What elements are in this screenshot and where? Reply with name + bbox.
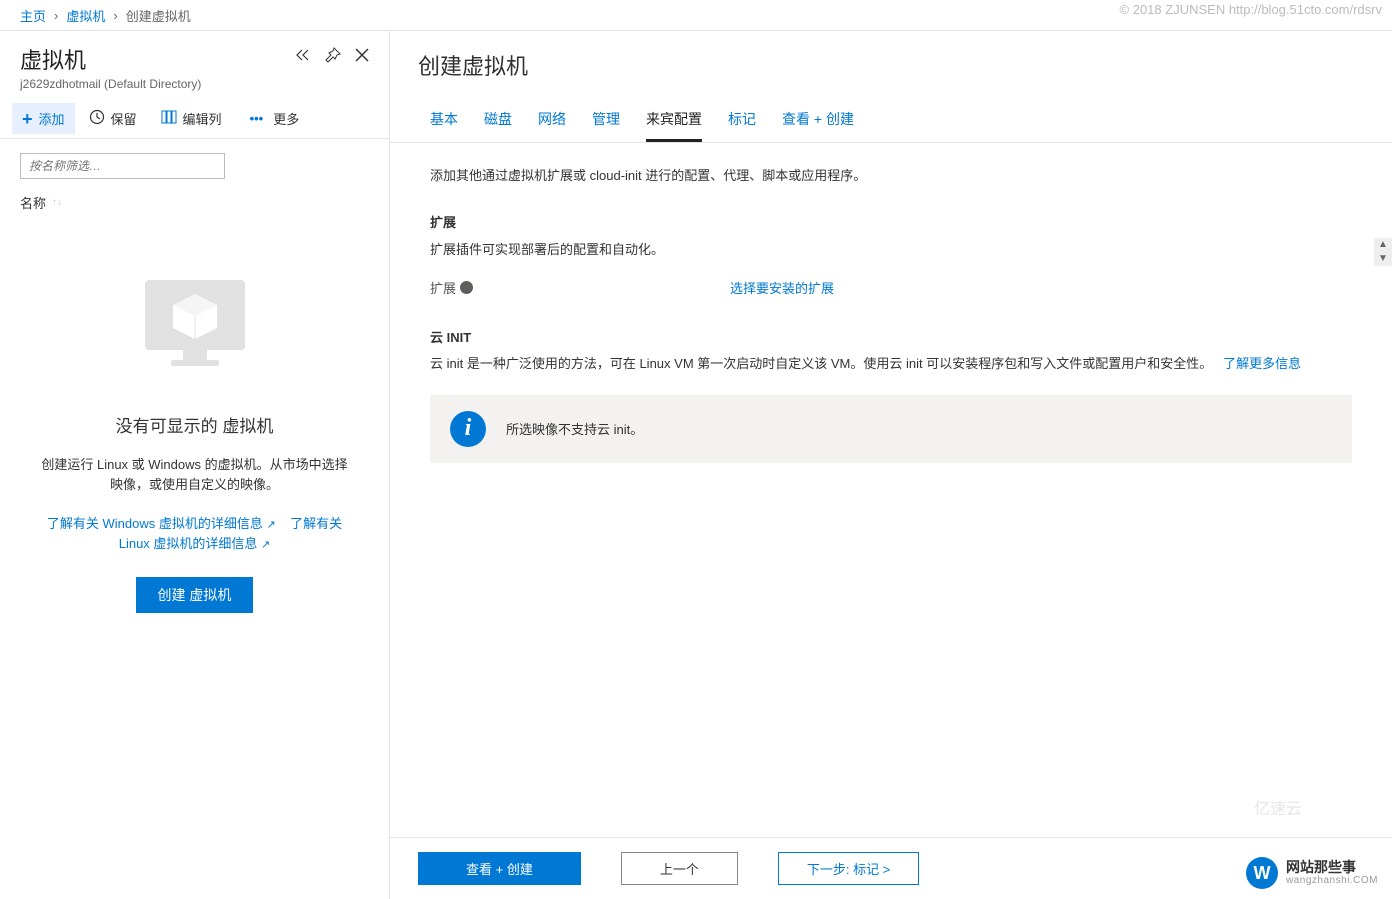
banner-text: 所选映像不支持云 init。: [506, 419, 643, 438]
section-extensions-desc: 扩展插件可实现部署后的配置和自动化。: [430, 239, 1352, 258]
tab-guest-config[interactable]: 来宾配置: [646, 109, 702, 142]
create-vm-button[interactable]: 创建 虚拟机: [136, 577, 254, 613]
add-label: 添加: [39, 109, 65, 128]
breadcrumb-current: 创建虚拟机: [126, 6, 191, 25]
info-icon[interactable]: [460, 281, 473, 294]
edit-columns-button[interactable]: 编辑列: [151, 103, 232, 134]
page-title: 创建虚拟机: [390, 31, 1392, 89]
clock-icon: [89, 109, 105, 128]
right-pane: 创建虚拟机 基本 磁盘 网络 管理 来宾配置 标记 查看 + 创建 添加其他通过…: [390, 31, 1392, 899]
plus-icon: +: [22, 110, 33, 128]
info-icon: i: [450, 411, 486, 447]
columns-icon: [161, 110, 177, 127]
ellipsis-icon: •••: [246, 111, 268, 126]
review-create-button[interactable]: 查看 + 创建: [418, 852, 581, 885]
empty-state: 没有可显示的 虚拟机 创建运行 Linux 或 Windows 的虚拟机。从市场…: [0, 212, 389, 613]
section-cloudinit-title: 云 INIT: [430, 327, 1352, 346]
external-link-icon: ↗: [266, 517, 275, 534]
chevron-right-icon: ›: [113, 8, 117, 23]
intro-text: 添加其他通过虚拟机扩展或 cloud-init 进行的配置、代理、脚本或应用程序…: [430, 165, 1352, 184]
monitor-icon: [135, 262, 255, 382]
next-button[interactable]: 下一步: 标记 >: [778, 852, 919, 885]
close-icon[interactable]: [355, 48, 369, 65]
tab-network[interactable]: 网络: [538, 109, 566, 142]
pane-subtitle: j2629zdhotmail (Default Directory): [20, 77, 201, 91]
left-pane: 虚拟机 j2629zdhotmail (Default Directory) +…: [0, 31, 390, 899]
section-extensions-title: 扩展: [430, 212, 1352, 231]
more-button[interactable]: ••• 更多: [236, 103, 310, 134]
filter-input[interactable]: [20, 153, 225, 179]
tab-basic[interactable]: 基本: [430, 109, 458, 142]
toolbar: + 添加 保留 编辑列 ••• 更多: [0, 99, 389, 139]
footer-bar: 查看 + 创建 上一个 下一步: 标记 >: [390, 837, 1392, 899]
tab-management[interactable]: 管理: [592, 109, 620, 142]
pin-icon[interactable]: [325, 47, 341, 66]
tab-review-create[interactable]: 查看 + 创建: [782, 109, 854, 142]
link-windows-vm[interactable]: 了解有关 Windows 虚拟机的详细信息 ↗: [47, 516, 276, 531]
wizard-tabs: 基本 磁盘 网络 管理 来宾配置 标记 查看 + 创建: [390, 89, 1392, 143]
collapse-icon[interactable]: [295, 48, 311, 65]
cloudinit-desc: 云 init 是一种广泛使用的方法，可在 Linux VM 第一次启动时自定义该…: [430, 354, 1352, 375]
info-banner: i 所选映像不支持云 init。: [430, 395, 1352, 463]
external-link-icon: ↗: [261, 537, 270, 554]
breadcrumb-vms[interactable]: 虚拟机: [66, 6, 105, 25]
sort-icon: ↑↓: [52, 197, 62, 208]
chevron-right-icon: ›: [54, 8, 58, 23]
extensions-label: 扩展: [430, 278, 456, 297]
select-extension-link[interactable]: 选择要安装的扩展: [730, 281, 834, 296]
breadcrumb-home[interactable]: 主页: [20, 6, 46, 25]
more-label: 更多: [273, 109, 299, 128]
tab-tags[interactable]: 标记: [728, 109, 756, 142]
keep-label: 保留: [111, 109, 137, 128]
tab-disks[interactable]: 磁盘: [484, 109, 512, 142]
pane-title: 虚拟机: [20, 43, 201, 75]
empty-title: 没有可显示的 虚拟机: [116, 412, 274, 437]
previous-button[interactable]: 上一个: [621, 852, 738, 885]
add-button[interactable]: + 添加: [12, 103, 75, 134]
keep-button[interactable]: 保留: [79, 103, 147, 134]
name-column-header[interactable]: 名称: [20, 193, 46, 212]
edit-columns-label: 编辑列: [183, 109, 222, 128]
breadcrumb: 主页 › 虚拟机 › 创建虚拟机: [0, 0, 1392, 31]
empty-desc: 创建运行 Linux 或 Windows 的虚拟机。从市场中选择映像，或使用自定…: [20, 455, 369, 494]
cloudinit-learn-more-link[interactable]: 了解更多信息: [1223, 356, 1301, 371]
